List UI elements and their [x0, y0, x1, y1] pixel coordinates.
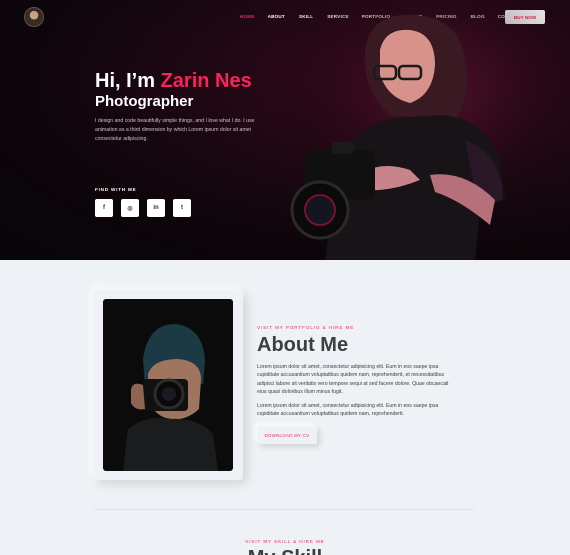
about-paragraph-1: Lorem ipsum dolor sit amet, consectetur …	[257, 364, 449, 396]
instagram-glyph: ◎	[127, 205, 133, 212]
about-photo-card	[94, 290, 243, 480]
social-links: f ◎ in t	[95, 199, 191, 217]
linkedin-glyph: in	[153, 205, 159, 211]
about-photo	[103, 299, 233, 471]
find-with-me-label: FIND WITH ME	[95, 187, 137, 192]
hero-greeting: Hi, I’m	[95, 70, 161, 92]
linkedin-icon[interactable]: in	[147, 199, 165, 217]
skill-title: My Skill	[0, 547, 570, 555]
twitter-glyph: t	[181, 205, 183, 211]
about-eyebrow: VISIT MY PORTFOLIO & HIRE ME	[257, 325, 355, 330]
about-title: About Me	[257, 334, 349, 356]
twitter-icon[interactable]: t	[173, 199, 191, 217]
nav-item-home[interactable]: HOME	[240, 14, 255, 19]
logo-avatar[interactable]	[24, 7, 44, 27]
section-divider	[94, 509, 474, 510]
hero-description: I design and code beautifully simple thi…	[95, 118, 255, 142]
hero-headline: Hi, I’m Zarin Nes	[95, 70, 252, 93]
photographer-photo-illustration	[123, 324, 218, 471]
about-paragraph-2: Lorem ipsum dolor sit amet, consectetur …	[257, 403, 439, 418]
facebook-glyph: f	[103, 205, 105, 211]
download-cv-button[interactable]: DOWNLOAD MY CV	[257, 426, 317, 444]
hero-role: Photographer	[95, 93, 194, 110]
instagram-icon[interactable]: ◎	[121, 199, 139, 217]
hero-section: HOME ABOUT SKILL SERVICE PORTFOLIO CLIEN…	[0, 0, 570, 260]
photographer-illustration	[270, 0, 570, 260]
hero-name: Zarin Nes	[160, 70, 252, 92]
facebook-icon[interactable]: f	[95, 199, 113, 217]
skill-eyebrow: VISIT MY SKILL & HIRE ME	[245, 539, 325, 544]
